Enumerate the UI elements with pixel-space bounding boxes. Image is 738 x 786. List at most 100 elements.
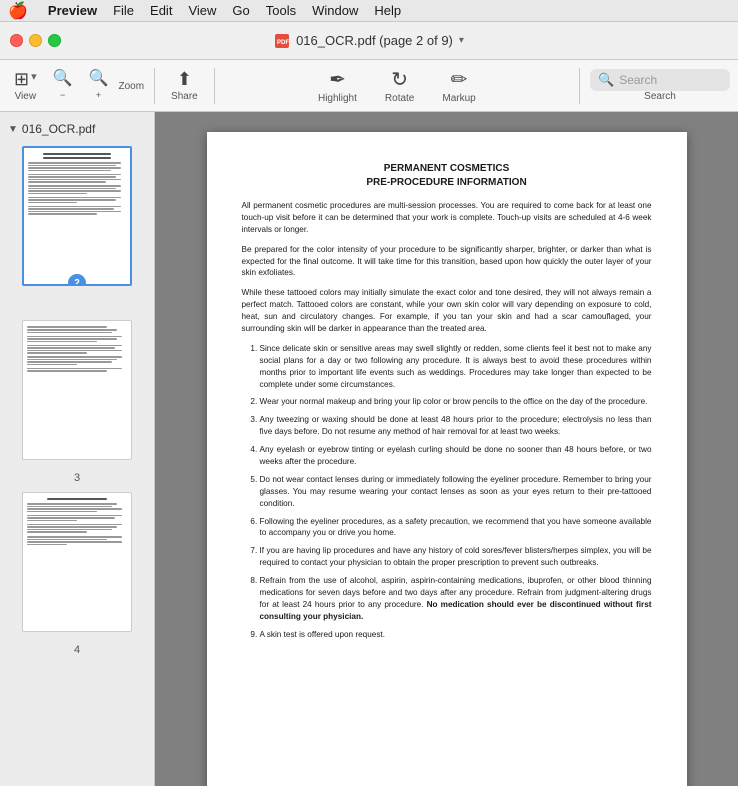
thumb-content-18 [28, 211, 121, 213]
menubar: 🍎 Preview File Edit View Go Tools Window… [0, 0, 738, 22]
thumb-title-line [43, 153, 112, 155]
title-dropdown-arrow[interactable]: ▾ [459, 35, 464, 46]
p3-l4 [27, 336, 122, 338]
search-icon: 🔍 [598, 72, 614, 88]
menubar-view[interactable]: View [180, 0, 224, 22]
rotate-icon: ↻ [391, 67, 408, 92]
thumb-content-9 [28, 185, 121, 187]
p3-l12 [27, 359, 117, 361]
thumb-content-11 [28, 190, 121, 192]
instructions-list: Since delicate skin or sensitive areas m… [260, 343, 652, 641]
pdf-icon: PDF [274, 33, 290, 49]
thumb-content-16 [28, 206, 121, 208]
thumb-content-1 [28, 162, 121, 164]
sidebar-page-3[interactable]: 3 [8, 320, 146, 484]
close-button[interactable] [10, 34, 23, 47]
p4-l13 [27, 539, 107, 541]
p3-l16 [27, 370, 107, 372]
p3-l1 [27, 326, 107, 328]
p3-l13 [27, 361, 112, 363]
paragraph-2: Be prepared for the color intensity of y… [242, 244, 652, 280]
list-item-1: Since delicate skin or sensitive areas m… [260, 343, 652, 391]
share-icon: ⬆ [177, 70, 192, 88]
zoom-in-icon: 🔍 [89, 71, 109, 87]
p4-l7 [27, 520, 77, 522]
p4-l3 [27, 508, 122, 510]
p3-l15 [27, 368, 122, 370]
page-number-3: 3 [74, 472, 80, 484]
list-item-2: Wear your normal makeup and bring your l… [260, 396, 652, 408]
p3-l6 [27, 341, 97, 343]
p4-l4 [27, 511, 97, 513]
sidebar-page-4[interactable]: 4 [8, 492, 146, 656]
p4-l6 [27, 517, 115, 519]
content-area: PERMANENT COSMETICS PRE-PROCEDURE INFORM… [155, 112, 738, 786]
toolbar-separator-2 [214, 68, 215, 104]
zoom-in-label: + [96, 90, 101, 100]
thumb-content-4 [28, 170, 111, 172]
highlight-button[interactable]: ✒ Highlight [308, 64, 367, 107]
p3-l3 [27, 332, 112, 334]
thumb-content-3 [28, 167, 121, 169]
p4-l8 [27, 524, 122, 526]
minimize-button[interactable] [29, 34, 42, 47]
toolbar-middle: ✒ Highlight ↻ Rotate ✏ Markup [225, 64, 569, 107]
thumb-content-15 [28, 202, 77, 204]
page-thumb-3 [22, 320, 132, 460]
list-item-3: Any tweezing or waxing should be done at… [260, 414, 652, 438]
highlight-icon: ✒ [329, 67, 346, 92]
zoom-out-icon: 🔍 [53, 71, 73, 87]
apple-menu-icon[interactable]: 🍎 [8, 1, 28, 21]
p4-l5 [27, 515, 122, 517]
p4-l1 [27, 503, 117, 505]
maximize-button[interactable] [48, 34, 61, 47]
menubar-edit[interactable]: Edit [142, 0, 180, 22]
p3-l2 [27, 329, 117, 331]
menubar-tools[interactable]: Tools [258, 0, 304, 22]
p3-l7 [27, 345, 122, 347]
menubar-file[interactable]: File [105, 0, 142, 22]
view-button[interactable]: ⊞ ▾ View [8, 68, 43, 104]
toolbar-separator-3 [579, 68, 580, 104]
thumb-content-5 [28, 174, 121, 176]
page-thumb-4 [22, 492, 132, 632]
rotate-button[interactable]: ↻ Rotate [375, 64, 424, 107]
menubar-preview[interactable]: Preview [40, 0, 105, 22]
zoom-in-button[interactable]: 🔍 + [83, 69, 115, 102]
p4-l9 [27, 526, 117, 528]
thumb-content-12 [28, 193, 87, 195]
view-chevron-icon: ▾ [31, 70, 37, 88]
thumb-content-17 [28, 208, 114, 210]
menubar-help[interactable]: Help [366, 0, 409, 22]
share-button[interactable]: ⬆ Share [165, 68, 204, 104]
menubar-window[interactable]: Window [304, 0, 366, 22]
thumb-content-2 [28, 165, 116, 167]
sidebar-triangle-icon: ▼ [8, 124, 18, 135]
zoom-out-button[interactable]: 🔍 − [47, 69, 79, 102]
menubar-go[interactable]: Go [224, 0, 257, 22]
thumb-content-6 [28, 176, 116, 178]
paragraph-3: While these tattooed colors may initiall… [242, 287, 652, 335]
sidebar-file-item[interactable]: ▼ 016_OCR.pdf [0, 120, 154, 142]
thumb-content-19 [28, 213, 97, 215]
toolbar: ⊞ ▾ View 🔍 − 🔍 + Zoom ⬆ Share ✒ Highligh… [0, 60, 738, 112]
markup-button[interactable]: ✏ Markup [432, 64, 485, 107]
search-area: 🔍 Search Search [590, 69, 730, 102]
list-item-7: If you are having lip procedures and hav… [260, 545, 652, 569]
p3-l9 [27, 350, 122, 352]
paragraph-1: All permanent cosmetic procedures are mu… [242, 200, 652, 236]
p4-l12 [27, 536, 122, 538]
markup-icon: ✏ [451, 67, 468, 92]
window-title: PDF 016_OCR.pdf (page 2 of 9) ▾ [274, 33, 464, 49]
p3-l8 [27, 347, 115, 349]
list-item-6: Following the eyeliner procedures, as a … [260, 516, 652, 540]
search-placeholder: Search [619, 73, 657, 87]
p4-l11 [27, 531, 87, 533]
sidebar-page-2[interactable]: 2 [8, 146, 146, 300]
search-box[interactable]: 🔍 Search [590, 69, 730, 91]
list-item-9: A skin test is offered upon request. [260, 629, 652, 641]
document-title: PERMANENT COSMETICS PRE-PROCEDURE INFORM… [242, 162, 652, 190]
markup-label: Markup [442, 93, 475, 104]
p3-l5 [27, 338, 117, 340]
document-body: All permanent cosmetic procedures are mu… [242, 200, 652, 641]
